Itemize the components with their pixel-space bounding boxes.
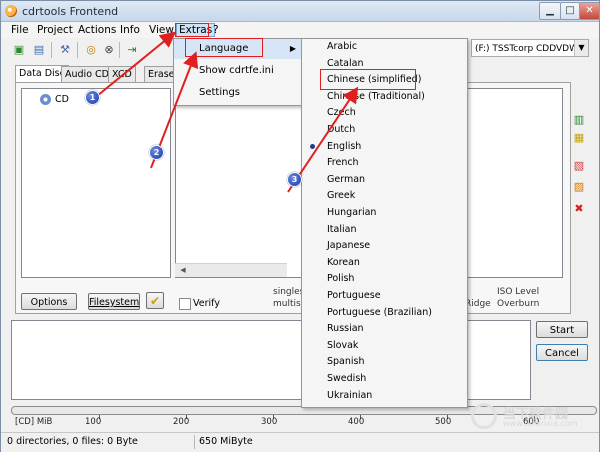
scroll-left-icon[interactable]: ◀ xyxy=(177,265,189,276)
watermark-url: www.downxia.com xyxy=(503,419,578,428)
verify-checkbox[interactable] xyxy=(179,298,191,310)
ridge-label: Ridge xyxy=(465,299,491,309)
cancel-button[interactable]: Cancel xyxy=(536,344,588,361)
chevron-down-icon: ▼ xyxy=(574,40,588,56)
app-window: cdrtools Frontend ▁ □ ✕ File Project Act… xyxy=(0,0,600,452)
new-file-icon[interactable]: ▧ xyxy=(573,160,585,172)
language-item[interactable]: Arabic xyxy=(302,39,467,55)
submenu-arrow-icon: ▶ xyxy=(289,44,296,53)
session-single-label: singles xyxy=(273,287,305,297)
language-item[interactable]: Czech xyxy=(302,105,467,121)
language-item[interactable]: Portuguese (Brazilian) xyxy=(302,305,467,321)
cd-icon xyxy=(40,94,51,105)
highlight-language xyxy=(185,38,263,57)
drive-select-value: (F:) TSSTcorp CDDVDW SI xyxy=(475,44,589,54)
tab-audio-cd[interactable]: Audio CD xyxy=(61,66,113,82)
add-folder-icon[interactable]: ▦ xyxy=(573,132,585,144)
add-files-icon[interactable]: ▣ xyxy=(11,42,27,58)
ruler-label: 400 xyxy=(348,417,365,427)
menu-actions[interactable]: Actions xyxy=(76,24,118,36)
language-item[interactable]: Italian xyxy=(302,222,467,238)
ruler-label: 500 xyxy=(435,417,452,427)
toolbar-separator xyxy=(77,42,78,58)
options-button[interactable]: Options xyxy=(21,293,77,310)
step-marker-2: 2 xyxy=(149,145,164,160)
language-item[interactable]: Spanish xyxy=(302,354,467,370)
horizontal-scrollbar[interactable]: ◀ xyxy=(175,263,287,277)
language-item[interactable]: Hungarian xyxy=(302,205,467,221)
toolbar-separator xyxy=(51,42,52,58)
search-icon[interactable]: ◎ xyxy=(83,42,99,58)
window-title: cdrtools Frontend xyxy=(22,5,119,18)
add-file-icon[interactable]: ▥ xyxy=(573,114,585,126)
tools-icon[interactable]: ⚒ xyxy=(57,42,73,58)
language-item[interactable]: Korean xyxy=(302,255,467,271)
overburn-label: Overburn xyxy=(497,299,540,309)
tab-xcd[interactable]: XCD xyxy=(108,66,136,82)
language-item[interactable]: English xyxy=(302,139,467,155)
language-item[interactable]: Chinese (Traditional) xyxy=(302,89,467,105)
checkmark-icon[interactable]: ✔ xyxy=(146,292,164,309)
menu-view[interactable]: View xyxy=(147,24,176,36)
start-button[interactable]: Start xyxy=(536,321,588,338)
minimize-button[interactable]: ▁ xyxy=(539,2,561,20)
status-counts: 0 directories, 0 files: 0 Byte xyxy=(7,436,138,447)
language-item[interactable]: Russian xyxy=(302,321,467,337)
folder-tree[interactable]: CD xyxy=(21,88,171,278)
menu-file[interactable]: File xyxy=(9,24,31,36)
language-item[interactable]: French xyxy=(302,155,467,171)
folder-icon[interactable]: ▨ xyxy=(573,181,585,193)
ruler-unit: [CD] MiB xyxy=(15,417,53,427)
verify-label: Verify xyxy=(193,298,220,309)
maximize-button[interactable]: □ xyxy=(560,2,580,20)
language-item[interactable]: Japanese xyxy=(302,238,467,254)
language-item[interactable]: Dutch xyxy=(302,122,467,138)
language-item[interactable]: Portuguese xyxy=(302,288,467,304)
iso-level-label: ISO Level xyxy=(497,287,540,297)
menu-item-show-ini[interactable]: Show cdrtfe.ini xyxy=(174,61,302,81)
status-bar: 0 directories, 0 files: 0 Byte 650 MiByt… xyxy=(1,432,599,452)
menu-project[interactable]: Project xyxy=(35,24,75,36)
menu-item-settings[interactable]: Settings xyxy=(174,83,302,103)
exit-icon[interactable]: ⇥ xyxy=(124,42,140,58)
cancel-icon[interactable]: ⊗ xyxy=(101,42,117,58)
add-folder-icon[interactable]: ▤ xyxy=(31,42,47,58)
menu-help[interactable]: ? xyxy=(211,24,221,36)
delete-icon[interactable]: ✖ xyxy=(573,203,585,215)
ruler-label: 200 xyxy=(173,417,190,427)
drive-select[interactable]: (F:) TSSTcorp CDDVDW SI ▼ xyxy=(471,39,589,57)
language-item[interactable]: Slovak xyxy=(302,338,467,354)
status-divider xyxy=(194,435,195,449)
highlight-extras xyxy=(175,23,209,37)
filesystem-button[interactable]: Filesystem xyxy=(88,293,140,310)
ruler-label: 300 xyxy=(261,417,278,427)
title-bar[interactable]: cdrtools Frontend ▁ □ ✕ xyxy=(1,1,600,22)
language-item[interactable]: Polish xyxy=(302,271,467,287)
app-icon xyxy=(5,5,17,17)
watermark-logo-icon xyxy=(471,403,497,429)
language-item[interactable]: Ukrainian xyxy=(302,388,467,404)
close-button[interactable]: ✕ xyxy=(579,2,600,20)
tree-root-label[interactable]: CD xyxy=(55,94,69,105)
toolbar-separator xyxy=(119,42,120,58)
status-size: 650 MiByte xyxy=(199,436,253,447)
step-marker-3: 3 xyxy=(287,172,302,187)
step-marker-1: 1 xyxy=(85,90,100,105)
menu-bar: File Project Actions Info View Extras ? xyxy=(1,22,599,38)
language-item[interactable]: German xyxy=(302,172,467,188)
language-menu: Arabic Catalan Chinese (simplified) Chinese… xyxy=(301,38,468,408)
language-item[interactable]: Greek xyxy=(302,188,467,204)
highlight-chinese-simplified xyxy=(320,69,416,90)
language-item[interactable]: Swedish xyxy=(302,371,467,387)
selected-radio-icon xyxy=(310,144,315,149)
watermark: 当下软件园 www.downxia.com xyxy=(471,401,589,431)
ruler-label: 100 xyxy=(85,417,102,427)
menu-info[interactable]: Info xyxy=(118,24,142,36)
